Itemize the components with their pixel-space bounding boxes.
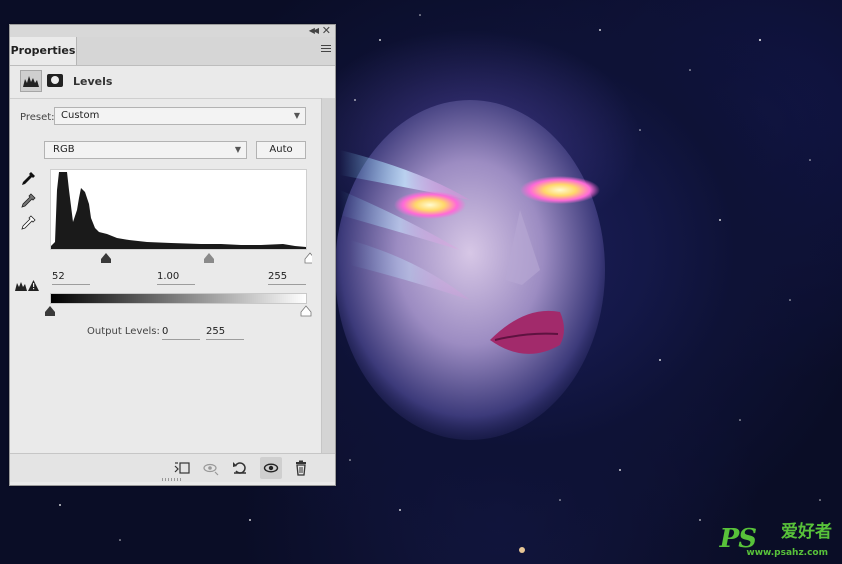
visibility-icon [263, 463, 279, 473]
channel-dropdown[interactable]: RGB ▼ [44, 141, 247, 159]
panel-menu-icon[interactable] [321, 45, 331, 54]
adjustment-title: Levels [73, 75, 113, 88]
output-gradient-bar [50, 293, 307, 304]
collapse-panel-icon[interactable]: ◀◀ [309, 26, 319, 35]
auto-button[interactable]: Auto [256, 141, 306, 159]
properties-panel: ◀◀ ✕ Properties Levels Preset: Custom ▼ … [9, 24, 336, 486]
white-point-eyedropper-icon[interactable] [20, 215, 36, 231]
output-levels-label: Output Levels: [87, 326, 160, 337]
input-white-field[interactable]: 255 [268, 270, 306, 285]
tab-properties[interactable]: Properties [10, 37, 77, 65]
input-levels-slider[interactable] [50, 250, 312, 264]
output-levels-slider[interactable] [44, 304, 312, 318]
gamma-input-handle [204, 253, 214, 263]
visibility-button[interactable] [260, 457, 282, 479]
levels-controls: Preset: Custom ▼ RGB ▼ Auto 52 1.00 255 … [10, 98, 322, 454]
clip-to-layer-icon [174, 462, 190, 474]
close-icon[interactable]: ✕ [322, 24, 331, 37]
preset-dropdown[interactable]: Custom ▼ [54, 107, 306, 125]
watermark-url: www.psahz.com [746, 548, 828, 558]
clip-to-layer-button[interactable] [171, 457, 193, 479]
adjustment-header: Levels [10, 66, 335, 98]
gray-point-eyedropper-icon[interactable] [20, 193, 36, 209]
reset-icon [233, 462, 246, 474]
input-gamma-field[interactable]: 1.00 [157, 270, 195, 285]
white-output-handle [300, 305, 312, 317]
chevron-down-icon: ▼ [234, 145, 241, 154]
mask-icon[interactable] [47, 74, 63, 87]
black-output-handle [45, 306, 55, 316]
output-black-field[interactable]: 0 [162, 325, 200, 340]
panel-footer [10, 453, 335, 482]
preset-value: Custom [61, 110, 100, 121]
reset-button[interactable] [229, 457, 251, 479]
chevron-down-icon: ▼ [293, 111, 300, 120]
view-previous-state-button[interactable] [200, 457, 222, 479]
levels-icon[interactable] [20, 70, 42, 92]
delete-icon [296, 460, 306, 476]
white-input-handle [304, 252, 312, 264]
panel-scrollbar[interactable] [321, 98, 335, 453]
delete-button[interactable] [290, 457, 312, 479]
preset-label: Preset: [20, 112, 55, 123]
view-previous-state-icon [203, 463, 219, 476]
panel-tab-row: Properties [10, 37, 335, 66]
channel-value: RGB [53, 144, 75, 155]
histogram [50, 169, 307, 250]
resize-grip[interactable] [162, 478, 182, 481]
output-white-field[interactable]: 255 [206, 325, 244, 340]
watermark-cn-text: 爱好者 [781, 522, 832, 542]
input-black-field[interactable]: 52 [52, 270, 90, 285]
black-input-handle [101, 253, 111, 263]
clipping-warning-icon[interactable] [15, 279, 39, 291]
black-point-eyedropper-icon[interactable] [20, 171, 36, 187]
